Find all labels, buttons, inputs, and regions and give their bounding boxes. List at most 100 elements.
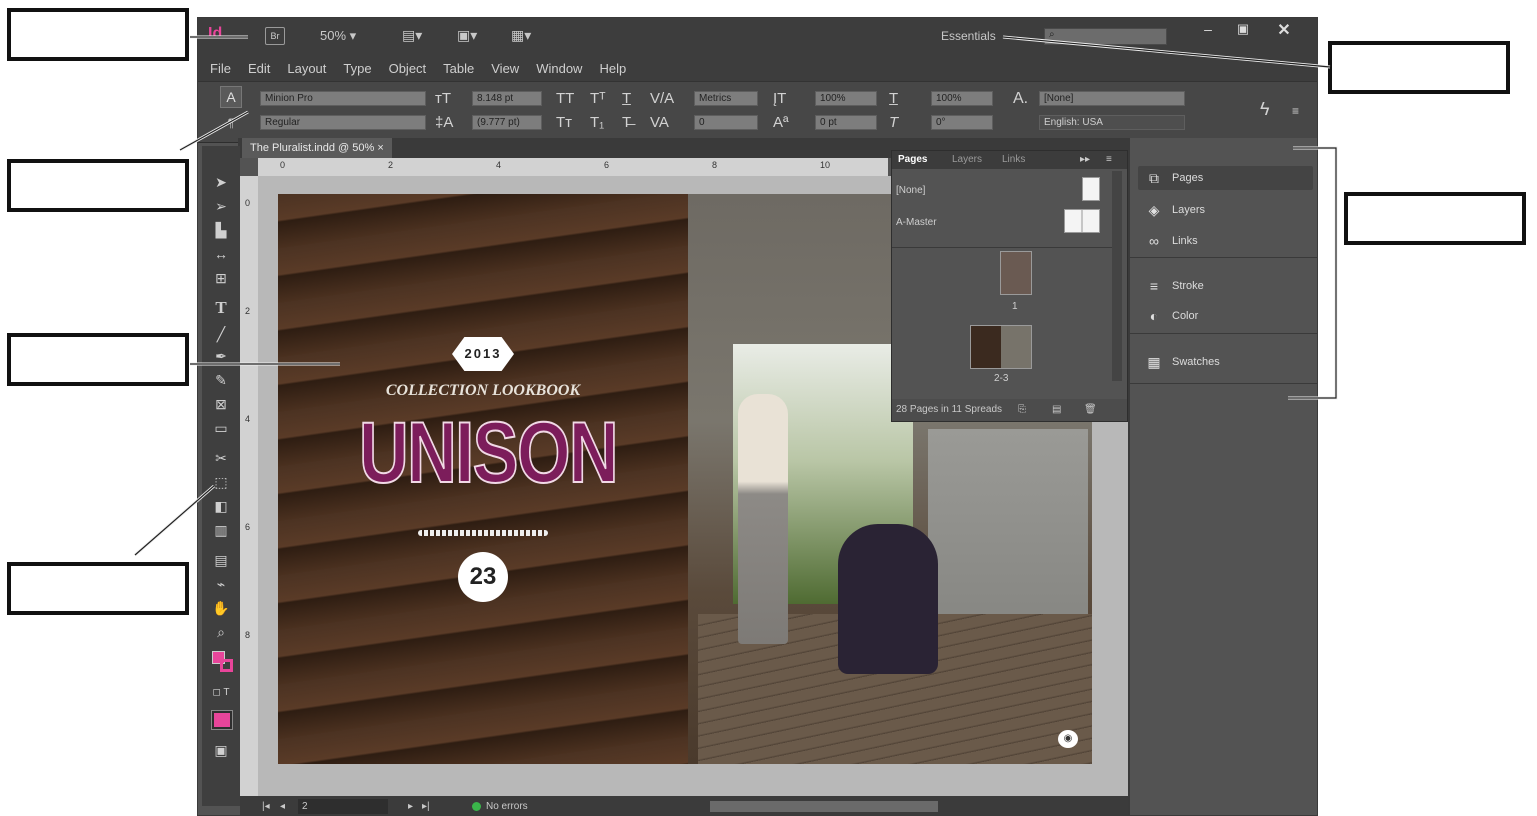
paragraph-formatting-button[interactable]: ¶ (220, 112, 242, 134)
formatting-affects-icon[interactable]: ◻ T (208, 683, 234, 703)
menu-layout[interactable]: Layout (287, 61, 326, 76)
bridge-button[interactable]: Br (265, 27, 285, 45)
master-a[interactable]: A-Master (896, 217, 937, 228)
menu-type[interactable]: Type (343, 61, 371, 76)
close-tab-icon[interactable]: × (377, 142, 383, 154)
apply-color-button[interactable] (211, 710, 233, 730)
font-family-field[interactable]: Minion Pro (260, 91, 426, 106)
pages-panel-footer: 28 Pages in 11 Spreads ⎘ ▤ 🗑 (892, 399, 1127, 421)
stroke-swatch[interactable] (220, 659, 233, 672)
content-collector-icon[interactable]: ⊞ (208, 268, 234, 288)
line-tool-icon[interactable]: ╱ (208, 324, 234, 344)
dock-item-color[interactable]: ◐ Color (1138, 304, 1313, 328)
horizontal-scale-field[interactable]: 100% (931, 91, 993, 106)
app-logo-icon: Id (208, 25, 223, 42)
menu-table[interactable]: Table (443, 61, 474, 76)
subscript-icon[interactable]: T₁ (590, 115, 604, 130)
color-icon: ◐ (1149, 308, 1159, 324)
gradient-swatch-tool-icon[interactable]: ◧ (208, 496, 234, 516)
skew-field[interactable]: 0° (931, 115, 993, 130)
last-page-icon[interactable]: ▸| (422, 796, 430, 815)
page-size-icon[interactable]: ⎘ (1018, 399, 1026, 421)
pencil-tool-icon[interactable]: ✎ (208, 370, 234, 390)
fill-stroke-swatch[interactable] (212, 651, 234, 673)
page-1-thumbnail[interactable] (1000, 251, 1032, 295)
menu-window[interactable]: Window (536, 61, 582, 76)
note-tool-icon[interactable]: ▤ (208, 550, 234, 570)
tab-pages[interactable]: Pages (898, 154, 927, 165)
vertical-scale-field[interactable]: 100% (815, 91, 877, 106)
minimize-button[interactable]: – (1193, 21, 1223, 41)
free-transform-tool-icon[interactable]: ⬚ (208, 472, 234, 492)
next-page-icon[interactable]: ▸ (408, 796, 413, 815)
year-badge: 2013 (452, 337, 514, 371)
scissors-tool-icon[interactable]: ✂ (208, 448, 234, 468)
character-formatting-button[interactable]: A (220, 86, 242, 108)
master-a-thumbnail[interactable] (1064, 209, 1100, 233)
close-window-button[interactable]: ✕ (1266, 20, 1302, 42)
page-number-field[interactable]: 2 (298, 799, 388, 814)
all-caps-icon[interactable]: TT (556, 91, 574, 106)
delete-page-icon[interactable]: 🗑 (1084, 399, 1097, 421)
zoom-dropdown[interactable]: 50% ▾ (320, 28, 356, 44)
arrange-documents-icon[interactable]: ▦▾ (511, 27, 531, 44)
restore-button[interactable]: ▣ (1228, 21, 1258, 41)
zoom-tool-icon[interactable]: ⌕ (208, 622, 234, 642)
superscript-icon[interactable]: Tᵀ (590, 91, 606, 106)
screen-mode-icon[interactable]: ▣▾ (457, 27, 477, 44)
document-tab[interactable]: The Pluralist.indd @ 50% × (242, 138, 392, 158)
tracking-field[interactable]: 0 (694, 115, 758, 130)
rectangle-tool-icon[interactable]: ▭ (208, 418, 234, 438)
menu-edit[interactable]: Edit (248, 61, 270, 76)
search-field[interactable]: ⌕ (1044, 28, 1167, 45)
leading-field[interactable]: (9.777 pt) (472, 115, 542, 130)
gradient-feather-tool-icon[interactable]: ▥ (208, 520, 234, 540)
ruler-tick-label: 10 (820, 160, 831, 170)
master-none-thumbnail[interactable] (1082, 177, 1100, 201)
dock-item-swatches[interactable]: ▦ Swatches (1138, 350, 1313, 374)
font-style-field[interactable]: Regular (260, 115, 426, 130)
previous-page-icon[interactable]: ◂ (280, 796, 285, 815)
preflight-status[interactable]: No errors (486, 796, 528, 815)
quick-apply-icon[interactable]: ϟ (1260, 100, 1270, 118)
page-2-3-thumbnail[interactable] (970, 325, 1032, 369)
dock-item-pages[interactable]: ⧉ Pages (1138, 166, 1313, 190)
dock-item-stroke[interactable]: ≡ Stroke (1138, 274, 1313, 298)
menu-view[interactable]: View (491, 61, 519, 76)
master-none[interactable]: [None] (896, 185, 925, 196)
dock-item-links[interactable]: ∞ Links (1138, 229, 1313, 253)
character-style-field[interactable]: [None] (1039, 91, 1185, 106)
tab-links[interactable]: Links (1002, 154, 1025, 165)
baseline-shift-field[interactable]: 0 pt (815, 115, 877, 130)
kerning-field[interactable]: Metrics (694, 91, 758, 106)
dock-item-layers[interactable]: ◈ Layers (1138, 198, 1313, 222)
eyedropper-tool-icon[interactable]: ⌁ (208, 574, 234, 594)
language-field[interactable]: English: USA (1039, 115, 1185, 130)
tab-layers[interactable]: Layers (952, 154, 982, 165)
menu-help[interactable]: Help (599, 61, 626, 76)
direct-selection-tool-icon[interactable]: ➢ (208, 196, 234, 216)
pages-scrollbar[interactable] (1112, 171, 1122, 381)
screen-mode-tool-icon[interactable]: ▣ (208, 740, 234, 760)
underline-icon[interactable]: T̲ (622, 91, 631, 106)
menu-object[interactable]: Object (389, 61, 427, 76)
page-tool-icon[interactable]: ▙ (208, 220, 234, 240)
workspace-switcher[interactable]: Essentials (941, 29, 996, 43)
type-tool-icon[interactable]: T (208, 298, 234, 318)
selection-tool-icon[interactable]: ➤ (208, 172, 234, 192)
hand-tool-icon[interactable]: ✋ (208, 598, 234, 618)
collapse-panel-icon[interactable]: ▸▸ (1080, 154, 1090, 165)
strikethrough-icon[interactable]: T̶ (622, 115, 631, 130)
horizontal-scrollbar[interactable] (710, 801, 938, 812)
font-size-field[interactable]: 8.148 pt (472, 91, 542, 106)
panel-menu-icon[interactable]: ≡ (1292, 104, 1299, 119)
menu-file[interactable]: File (210, 61, 231, 76)
gap-tool-icon[interactable]: ↔ (208, 244, 234, 264)
first-page-icon[interactable]: |◂ (262, 796, 270, 815)
new-page-icon[interactable]: ▤ (1052, 399, 1061, 421)
view-options-icon[interactable]: ▤▾ (402, 27, 422, 44)
small-caps-icon[interactable]: Tт (556, 115, 572, 130)
rectangle-frame-tool-icon[interactable]: ⊠ (208, 394, 234, 414)
panel-options-icon[interactable]: ≡ (1106, 154, 1112, 165)
pen-tool-icon[interactable]: ✒ (208, 346, 234, 366)
